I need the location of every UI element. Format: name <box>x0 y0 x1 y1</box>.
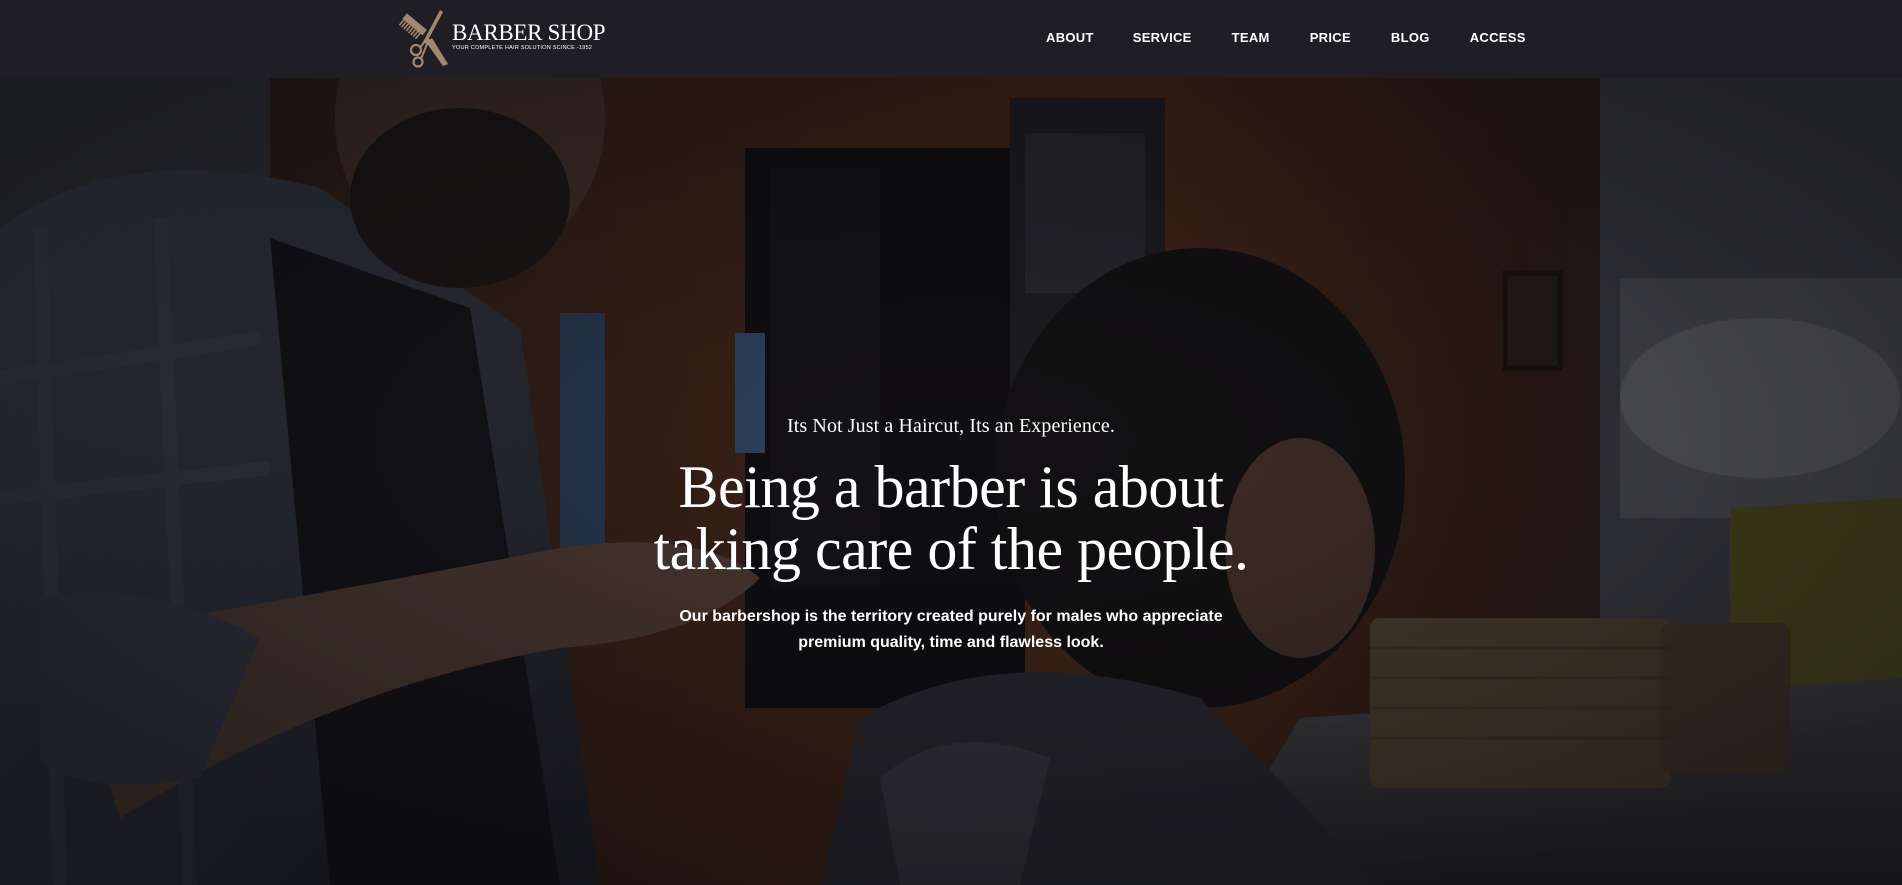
brand-name: BARBER SHOP <box>452 19 606 45</box>
nav-item-blog[interactable]: BLOG <box>1391 28 1430 48</box>
nav-item-price[interactable]: PRICE <box>1310 28 1351 48</box>
hero-subtext-line-1: Our barbershop is the territory created … <box>679 608 1223 625</box>
comb-and-scissors-icon <box>398 10 448 68</box>
main-nav: ABOUT SERVICE TEAM PRICE BLOG ACCESS <box>1046 28 1526 48</box>
hero-headline-line-1: Being a barber is about <box>678 454 1225 520</box>
hero-headline: Being a barber is about taking care of t… <box>0 456 1902 580</box>
brand-text: BARBER SHOP YOUR COMPLETE HAIR SOLUTION … <box>452 20 606 52</box>
hero-eyebrow: Its Not Just a Haircut, Its an Experienc… <box>787 415 1115 437</box>
brand-tagline: YOUR COMPLETE HAIR SOLUTION SCINCE -1952 <box>452 44 593 51</box>
nav-item-access[interactable]: ACCESS <box>1470 28 1526 48</box>
hero-headline-line-2: taking care of the people. <box>653 516 1249 582</box>
site-header: BARBER SHOP YOUR COMPLETE HAIR SOLUTION … <box>0 0 1902 78</box>
hero-content: Its Not Just a Haircut, Its an Experienc… <box>0 78 1902 885</box>
nav-item-team[interactable]: TEAM <box>1232 28 1270 48</box>
hero-section: Its Not Just a Haircut, Its an Experienc… <box>0 78 1902 885</box>
brand-logo[interactable]: BARBER SHOP YOUR COMPLETE HAIR SOLUTION … <box>396 8 606 68</box>
hero-subtext: Our barbershop is the territory created … <box>0 604 1902 656</box>
nav-item-about[interactable]: ABOUT <box>1046 28 1094 48</box>
hero-subtext-line-2: premium quality, time and flawless look. <box>798 634 1104 651</box>
nav-item-service[interactable]: SERVICE <box>1133 28 1192 48</box>
